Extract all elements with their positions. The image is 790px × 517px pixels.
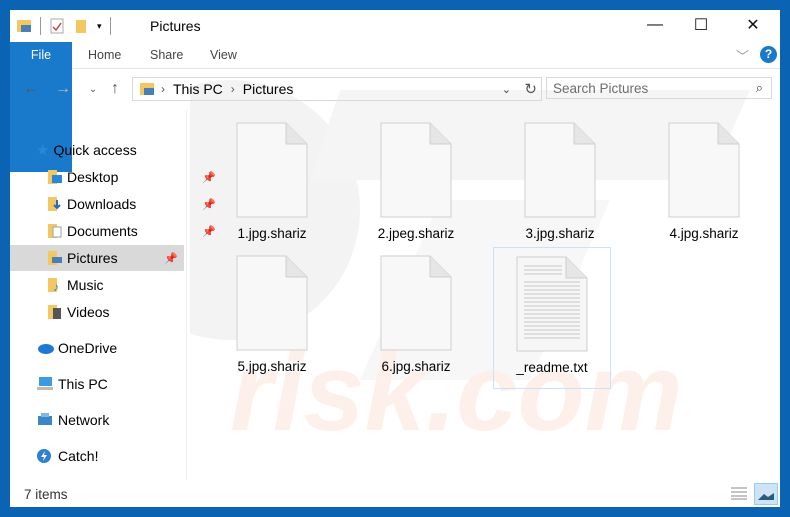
svg-text:♪: ♪ [53, 280, 59, 293]
computer-icon [37, 377, 53, 390]
nav-label: Downloads [67, 196, 137, 212]
status-item-count: 7 items [24, 487, 68, 502]
quick-access-toolbar: ▾ [16, 16, 111, 36]
pictures-folder-icon [48, 251, 62, 265]
file-name: 5.jpg.shariz [237, 359, 307, 374]
minimize-button[interactable]: — [632, 10, 678, 40]
nav-label: Pictures [67, 250, 118, 266]
up-button[interactable]: ↑ [104, 78, 126, 100]
title-bar: ▾ Pictures — ☐ ✕ [10, 10, 780, 42]
maximize-button[interactable]: ☐ [678, 10, 724, 40]
breadcrumb-separator[interactable]: › [231, 82, 235, 96]
large-icons-view-icon [758, 488, 774, 500]
file-item[interactable]: 4.jpg.shariz [646, 122, 762, 252]
file-name: 3.jpg.shariz [525, 226, 595, 241]
search-icon[interactable]: ⌕ [756, 80, 763, 96]
file-name: 2.jpeg.shariz [377, 226, 455, 241]
star-icon: ★ [36, 142, 50, 159]
address-bar[interactable]: › This PC › Pictures ⌄ ↻ [132, 77, 542, 101]
nav-item-pictures[interactable]: Pictures 📌 [10, 245, 184, 271]
nav-catch[interactable]: Catch! [10, 443, 210, 469]
nav-this-pc[interactable]: This PC [10, 371, 210, 397]
details-view-button[interactable] [728, 483, 750, 503]
nav-label: Music [67, 277, 104, 293]
network-icon [38, 413, 52, 425]
back-button[interactable]: ← [20, 78, 42, 100]
details-view-icon [731, 487, 747, 500]
nav-label: Documents [67, 223, 138, 239]
explorer-window: risk.com ▾ Pictures — ☐ ✕ File Home Shar… [10, 10, 780, 507]
blank-file-icon [380, 122, 452, 218]
file-item[interactable]: 2.jpeg.shariz [358, 122, 474, 252]
videos-folder-icon [48, 305, 61, 319]
file-item[interactable]: 1.jpg.shariz [214, 122, 330, 252]
tab-share[interactable]: Share [136, 42, 197, 68]
nav-label: Desktop [67, 169, 119, 185]
onedrive-icon [38, 344, 54, 354]
blank-file-icon [668, 122, 740, 218]
properties-icon[interactable] [49, 18, 65, 34]
folder-pictures-icon [140, 83, 154, 95]
file-item-selected[interactable]: _readme.txt [493, 247, 611, 389]
refresh-icon[interactable]: ↻ [524, 80, 537, 98]
tab-view[interactable]: View [196, 42, 251, 68]
pin-icon[interactable]: 📌 [164, 252, 178, 265]
expand-ribbon-icon[interactable]: ﹀ [736, 46, 749, 65]
nav-label: Quick access [53, 142, 137, 158]
recent-locations-button[interactable]: ⌄ [82, 78, 104, 100]
help-icon[interactable]: ? [760, 46, 777, 63]
file-item[interactable]: 5.jpg.shariz [214, 255, 330, 385]
file-name: 6.jpg.shariz [381, 359, 451, 374]
documents-folder-icon [48, 224, 62, 238]
forward-button[interactable]: → [52, 78, 74, 100]
blank-file-icon [236, 122, 308, 218]
downloads-folder-icon [48, 197, 61, 211]
blank-file-icon [236, 255, 308, 351]
file-name: _readme.txt [516, 360, 588, 375]
nav-label: Videos [67, 304, 110, 320]
search-placeholder: Search Pictures [553, 80, 649, 96]
blank-file-icon [380, 255, 452, 351]
file-name: 4.jpg.shariz [669, 226, 739, 241]
window-title: Pictures [150, 18, 201, 34]
nav-label: Catch! [58, 448, 99, 464]
breadcrumb-separator[interactable]: › [161, 82, 165, 96]
large-icons-view-button[interactable] [754, 483, 778, 505]
nav-label: This PC [58, 376, 108, 392]
file-item[interactable]: 6.jpg.shariz [358, 255, 474, 385]
breadcrumb-pictures[interactable]: Pictures [243, 81, 294, 97]
blank-file-icon [524, 122, 596, 218]
folder-pictures-icon [17, 20, 31, 32]
text-file-icon [516, 256, 588, 352]
nav-onedrive[interactable]: OneDrive [10, 335, 210, 361]
close-button[interactable]: ✕ [730, 10, 776, 40]
navigation-bar: ← → ⌄ ↑ › This PC › Pictures ⌄ ↻ Search … [10, 74, 780, 104]
music-folder-icon: ♪ [48, 278, 59, 293]
address-dropdown-icon[interactable]: ⌄ [502, 83, 511, 96]
search-input[interactable]: Search Pictures ⌕ [546, 77, 772, 99]
new-folder-icon[interactable] [73, 18, 89, 34]
nav-label: OneDrive [58, 340, 118, 356]
navigation-pane: ★ Quick access Desktop 📌 Downloads 📌 Docum… [10, 110, 216, 480]
nav-label: Network [58, 412, 110, 428]
tab-home[interactable]: Home [74, 42, 135, 68]
nav-network[interactable]: Network [10, 407, 210, 433]
breadcrumb-this-pc[interactable]: This PC [173, 81, 223, 97]
pane-divider[interactable] [186, 110, 187, 480]
file-name: 1.jpg.shariz [237, 226, 307, 241]
file-list: 1.jpg.shariz 2.jpeg.shariz 3.jpg.shariz … [190, 110, 780, 480]
catch-icon [37, 449, 51, 463]
nav-quick-access[interactable]: ★ Quick access [10, 137, 210, 163]
customize-qat-icon[interactable]: ▾ [97, 21, 102, 32]
desktop-folder-icon [48, 170, 62, 184]
ribbon: File Home Share View ﹀ ? [10, 42, 780, 172]
file-item[interactable]: 3.jpg.shariz [502, 122, 618, 252]
